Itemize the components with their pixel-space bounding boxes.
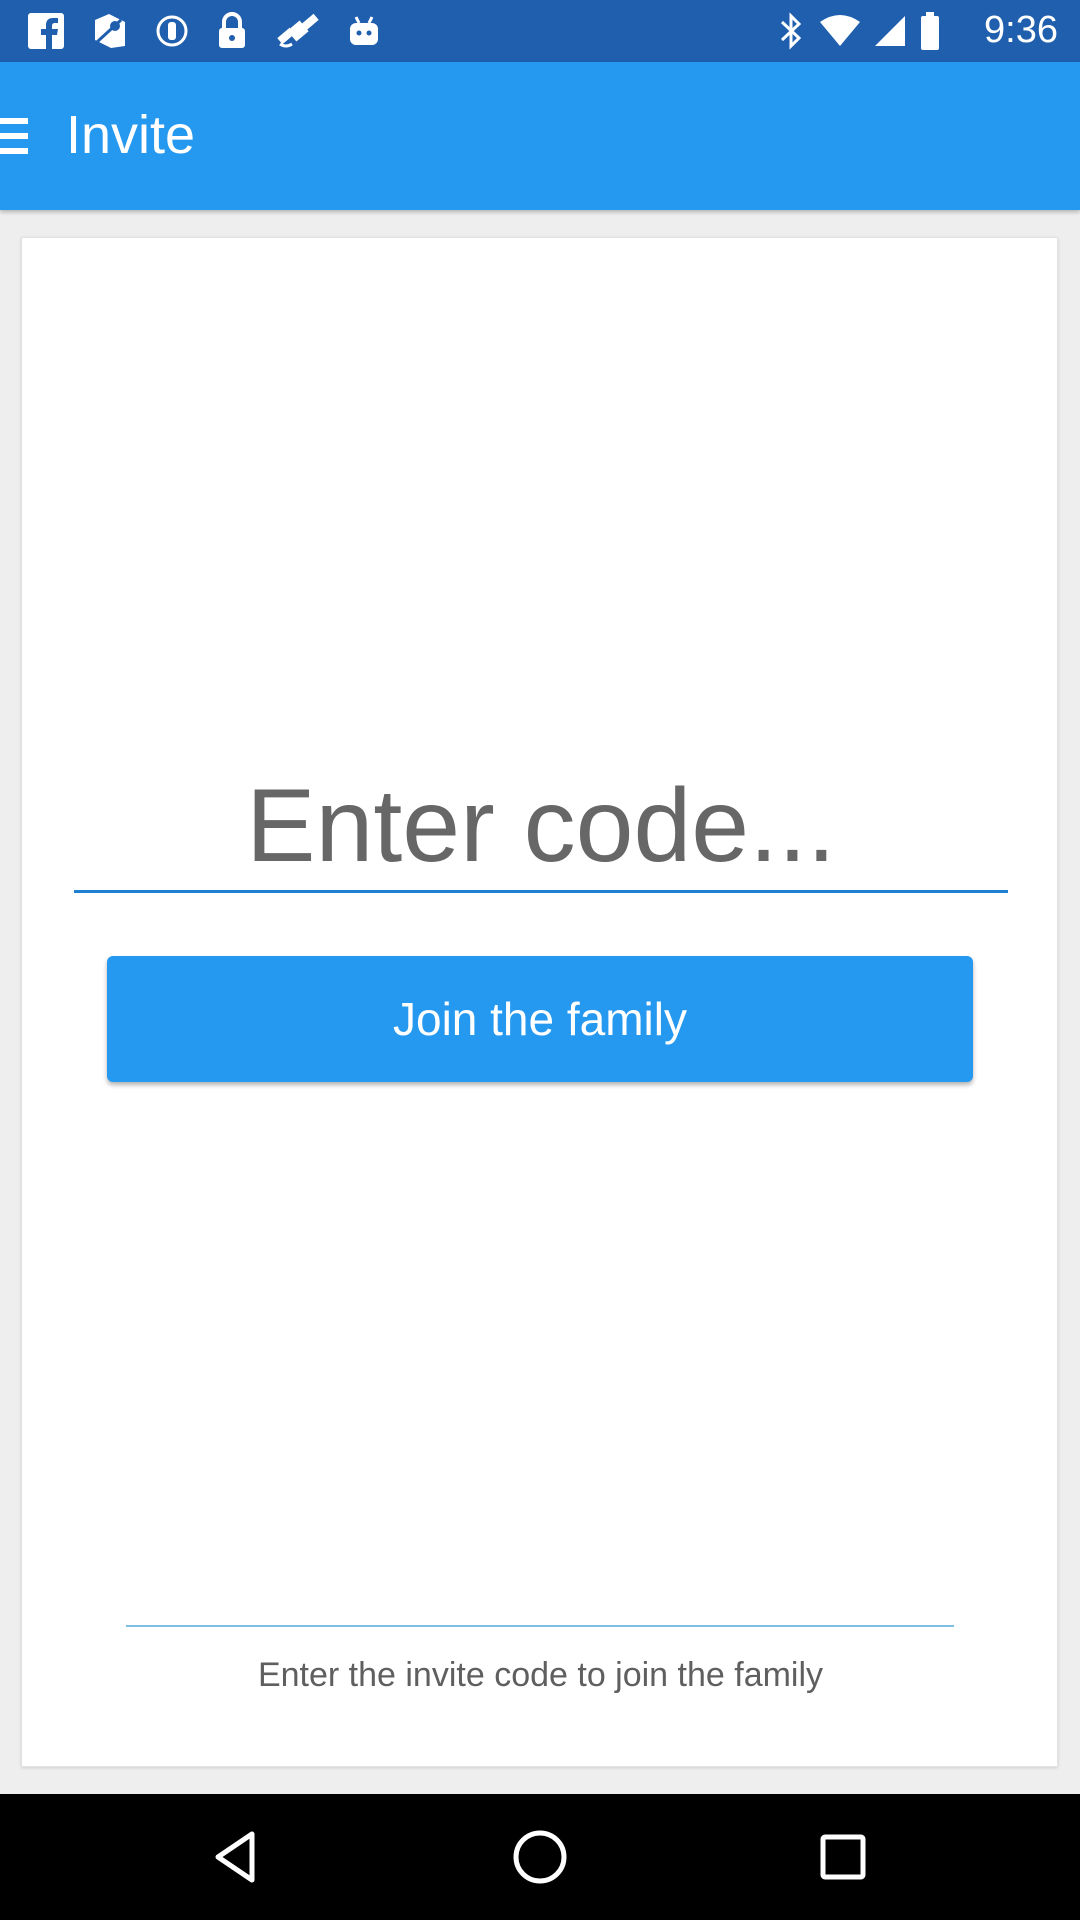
- maps-icon: [88, 11, 132, 51]
- signal-icon: [872, 11, 908, 51]
- bluetooth-icon: [776, 11, 806, 51]
- wifi-icon: [818, 11, 862, 51]
- invite-code-input[interactable]: [74, 763, 1008, 893]
- navigation-bar: [0, 1794, 1080, 1920]
- status-bar: 9:36: [0, 0, 1080, 62]
- hint-divider: [126, 1625, 954, 1627]
- hint-text: Enter the invite code to join the family: [257, 1656, 824, 1694]
- join-family-button[interactable]: Join the family: [107, 956, 973, 1082]
- facebook-icon: [26, 11, 66, 51]
- home-icon[interactable]: [507, 1824, 573, 1890]
- page-title: Invite: [66, 105, 196, 165]
- recents-icon[interactable]: [810, 1824, 876, 1890]
- fake-gps-icon: [272, 11, 324, 51]
- app-bar: Invite: [0, 62, 1080, 210]
- back-icon[interactable]: [204, 1824, 270, 1890]
- sim-icon: [152, 11, 192, 51]
- android-icon: [344, 11, 384, 51]
- lock-icon: [214, 11, 250, 51]
- battery-icon: [918, 11, 942, 51]
- status-time: 9:36: [984, 9, 1058, 51]
- hamburger-menu-icon[interactable]: [0, 114, 34, 158]
- invite-card: Join the family Enter the invite code to…: [21, 237, 1058, 1767]
